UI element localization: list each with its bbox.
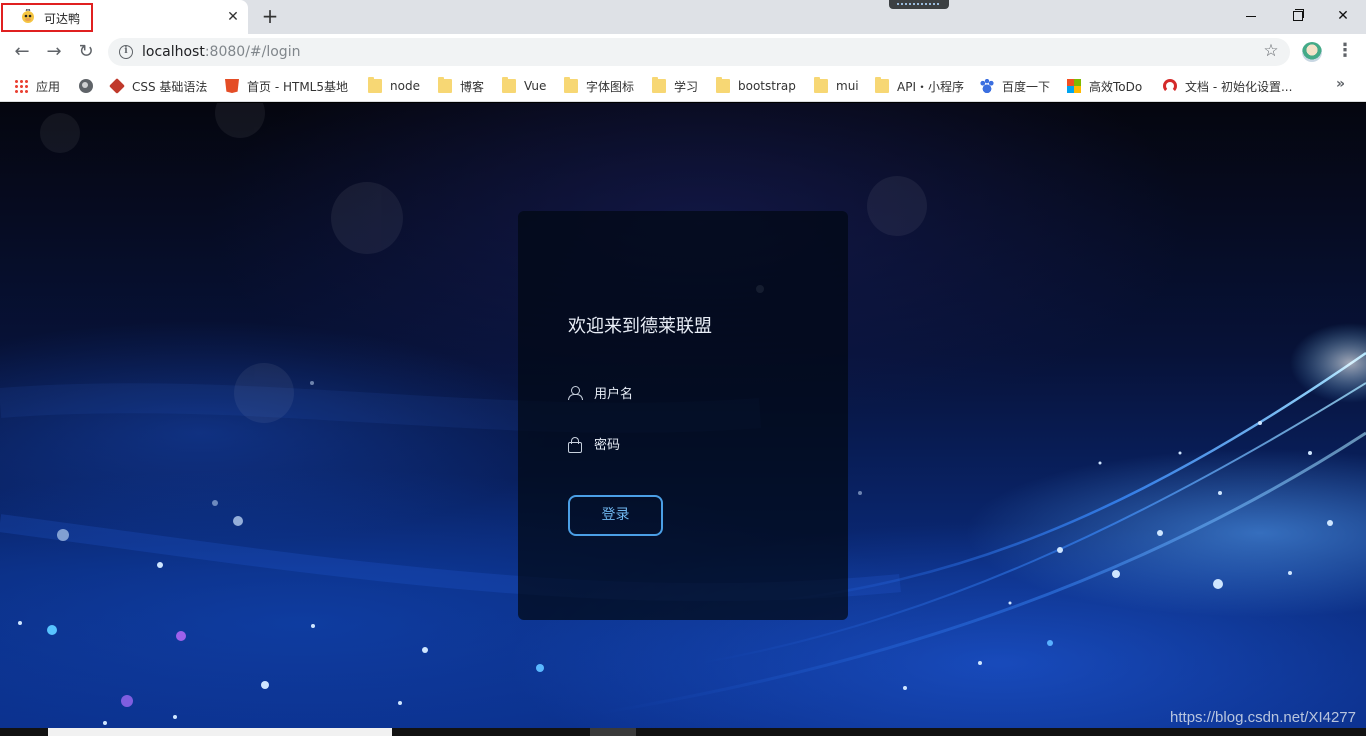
close-window-button[interactable]: ✕ [1333, 6, 1353, 26]
browser-toolbar: ← → ↻ i localhost:8080/#/login [0, 34, 1366, 70]
bookmark-star-icon[interactable]: ☆ [1260, 40, 1282, 62]
bookmark-baidu[interactable]: 百度一下 [980, 77, 1050, 95]
bookmark-label: Vue [524, 79, 547, 93]
password-input[interactable] [594, 434, 794, 456]
bookmark-folder-node[interactable]: node [368, 77, 420, 95]
browser-menu-icon[interactable]: ⋮ [1336, 40, 1354, 62]
login-page-background: 欢迎来到德莱联盟 登录 https://blog.csdn.net/XI4277 [0, 103, 1366, 728]
bookmark-label: node [390, 79, 420, 93]
bookmark-label: 字体图标 [586, 79, 635, 94]
bookmark-apps[interactable]: 应用 [14, 77, 60, 95]
css-icon [109, 78, 125, 94]
login-card: 欢迎来到德莱联盟 登录 [518, 211, 848, 620]
folder-icon [564, 77, 578, 93]
folder-icon [716, 77, 730, 93]
globe-icon [79, 79, 93, 93]
tab-highlight-box [1, 3, 93, 32]
forward-button[interactable]: → [42, 40, 66, 64]
bookmark-label: API・小程序 [897, 79, 964, 94]
login-button[interactable]: 登录 [568, 495, 663, 536]
folder-icon [814, 77, 828, 93]
lock-icon [568, 437, 582, 453]
bookmark-label: CSS 基础语法 [132, 79, 208, 94]
bookmark-label: 百度一下 [1002, 79, 1051, 94]
drag-indicator [889, 0, 949, 9]
tab-strip: 可达鸭 ✕ + ✕ [0, 0, 1366, 34]
bookmark-folder-vue[interactable]: Vue [502, 77, 546, 95]
username-field [568, 383, 798, 405]
bookmark-folder-blog[interactable]: 博客 [438, 77, 484, 95]
bookmark-label: mui [836, 79, 859, 93]
taskbar-active-app[interactable] [590, 728, 636, 736]
html5-icon [225, 79, 239, 93]
microsoft-icon [1067, 79, 1081, 93]
taskbar-search-box[interactable] [48, 728, 392, 736]
bookmark-label: 学习 [674, 79, 699, 94]
folder-icon [368, 77, 382, 93]
restore-button[interactable] [1287, 6, 1307, 26]
back-button[interactable]: ← [10, 40, 34, 64]
watermark: https://blog.csdn.net/XI4277 [1170, 709, 1356, 726]
address-bar[interactable]: i localhost:8080/#/login [108, 38, 1290, 66]
bookmark-todo[interactable]: 高效ToDo [1067, 77, 1142, 95]
bookmarks-bar: 应用 CSS 基础语法 首页 - HTML5基地 node 博客 Vue 字体图… [0, 70, 1366, 102]
user-icon [568, 386, 583, 400]
bookmark-css[interactable]: CSS 基础语法 [109, 77, 208, 95]
bookmark-label: bootstrap [738, 79, 796, 93]
bookmark-label: 高效ToDo [1089, 79, 1143, 94]
bookmark-docs[interactable]: 文档 - 初始化设置... [1163, 77, 1292, 95]
reload-button[interactable]: ↻ [74, 40, 98, 64]
bookmark-folder-study[interactable]: 学习 [652, 77, 698, 95]
profile-avatar[interactable] [1302, 42, 1322, 62]
site-info-icon[interactable]: i [119, 45, 133, 59]
password-field [568, 434, 798, 456]
bookmark-folder-icons[interactable]: 字体图标 [564, 77, 634, 95]
bookmark-label: 应用 [36, 79, 61, 94]
url-path: :8080/#/login [204, 44, 301, 60]
bookmark-folder-api[interactable]: API・小程序 [875, 77, 964, 95]
arc-icon [1163, 79, 1177, 93]
bookmark-folder-bootstrap[interactable]: bootstrap [716, 77, 796, 95]
bookmark-label: 文档 - 初始化设置... [1185, 79, 1293, 94]
tab-close-icon[interactable]: ✕ [224, 8, 242, 26]
bookmark-globe[interactable] [79, 77, 101, 95]
folder-icon [438, 77, 452, 93]
folder-icon [502, 77, 516, 93]
os-taskbar [0, 728, 1366, 736]
bookmark-label: 博客 [460, 79, 485, 94]
bookmark-html5[interactable]: 首页 - HTML5基地 [225, 77, 348, 95]
url-host: localhost [142, 44, 205, 60]
apps-icon [14, 79, 28, 93]
bookmarks-overflow-icon[interactable]: » [1336, 76, 1345, 92]
bookmark-folder-mui[interactable]: mui [814, 77, 859, 95]
minimize-button[interactable] [1241, 6, 1261, 26]
folder-icon [652, 77, 666, 93]
username-input[interactable] [594, 383, 794, 405]
url-text[interactable]: localhost:8080/#/login [142, 44, 300, 60]
baidu-paw-icon [980, 79, 994, 93]
bookmark-label: 首页 - HTML5基地 [247, 79, 348, 94]
new-tab-button[interactable]: + [259, 5, 281, 27]
login-title: 欢迎来到德莱联盟 [568, 316, 712, 337]
folder-icon [875, 77, 889, 93]
